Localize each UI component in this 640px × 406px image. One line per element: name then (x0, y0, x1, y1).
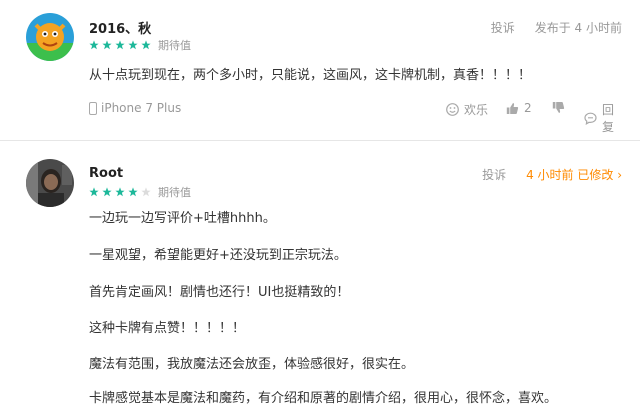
post-time: 发布于 4 小时前 (534, 21, 622, 35)
report-button[interactable]: 投诉 (491, 19, 515, 36)
device-name: iPhone 7 Plus (101, 101, 182, 115)
star-icon (128, 187, 138, 197)
star-icon (89, 40, 99, 50)
star-icon (102, 187, 112, 197)
review-paragraph: 魔法有范围，我放魔法还会放歪，体验感很好，很实在。 (89, 357, 415, 372)
star-icon (141, 187, 151, 197)
star-icon (115, 40, 125, 50)
review-paragraph: 首先肯定画风！剧情也还行！UI也挺精致的！ (89, 285, 350, 300)
review-item: Root 期待值 投诉 4 小时前 已修改 › 一边玩一边写评价+吐槽hhhh。… (0, 141, 640, 406)
star-icon (128, 40, 138, 50)
like-button[interactable]: 2 (506, 101, 532, 115)
review-paragraph: 一边玩一边写评价+吐槽hhhh。 (89, 211, 276, 226)
thumbs-up-icon (506, 102, 519, 115)
star-icon (115, 187, 125, 197)
review-footer: iPhone 7 Plus 欢乐 2 回复 (89, 101, 624, 134)
report-button[interactable]: 投诉 (482, 166, 506, 183)
star-icon (89, 187, 99, 197)
review-paragraph: 卡牌感觉基本是魔法和魔药，有介绍和原著的剧情介绍，很用心，很怀念，喜欢。 (89, 391, 558, 406)
rating-label: 期待值 (158, 39, 191, 52)
smiley-icon (446, 103, 459, 116)
device-info: iPhone 7 Plus (89, 101, 181, 115)
star-icon (102, 40, 112, 50)
rating-stars: 期待值 (89, 185, 191, 199)
reply-button[interactable]: 回复 (584, 101, 624, 135)
reply-label: 回复 (602, 103, 615, 134)
star-icon (141, 40, 151, 50)
comment-icon (584, 112, 597, 125)
username[interactable]: Root (89, 166, 123, 181)
avatar[interactable] (26, 159, 74, 207)
rating-stars: 期待值 (89, 38, 191, 52)
review-paragraph: 一星观望，希望能更好+还没玩到正宗玩法。 (89, 248, 347, 263)
like-count: 2 (524, 101, 532, 115)
rating-label: 期待值 (158, 186, 191, 199)
avatar[interactable] (26, 13, 74, 61)
edited-time-link[interactable]: 4 小时前 已修改 › (526, 166, 622, 183)
fun-label: 欢乐 (464, 103, 489, 117)
review-item: 2016、秋 期待值 投诉 发布于 4 小时前 从十点玩到现在，两个多小时，只能… (0, 0, 640, 141)
phone-icon (89, 101, 97, 115)
dislike-button[interactable] (552, 101, 570, 114)
thumbs-down-icon (552, 101, 565, 114)
fun-button[interactable]: 欢乐 (446, 101, 488, 118)
username[interactable]: 2016、秋 (89, 18, 151, 37)
review-paragraph: 这种卡牌有点赞！！！！！ (89, 321, 246, 336)
review-text: 从十点玩到现在，两个多小时，只能说，这画风，这卡牌机制，真香！！！！ (89, 68, 532, 83)
